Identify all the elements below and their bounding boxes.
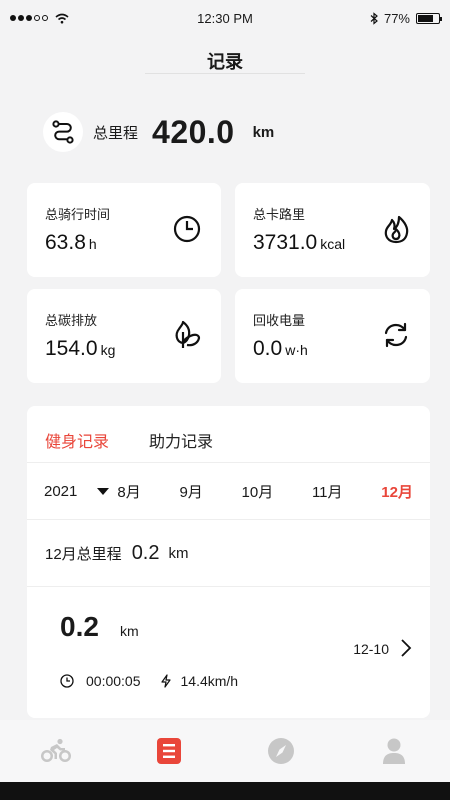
- compass-icon: [268, 738, 295, 764]
- records-panel: 健身记录 助力记录 2021 8月 9月 10月 11月 12月 12月总里程 …: [27, 406, 430, 718]
- year-label[interactable]: 2021: [44, 483, 77, 500]
- stat-unit: w·h: [285, 342, 308, 358]
- stat-value: 0.0: [253, 337, 283, 360]
- month-item-selected[interactable]: 12月: [381, 481, 413, 502]
- home-indicator-bar: [0, 782, 450, 800]
- ride-speed: 14.4km/h: [180, 673, 239, 689]
- ride-date: 12-10: [353, 641, 389, 657]
- stat-label: 总卡路里: [253, 207, 306, 222]
- refresh-icon: [384, 322, 408, 348]
- tab-records[interactable]: [149, 731, 189, 771]
- battery-icon: [416, 12, 442, 24]
- ride-record-item[interactable]: 0.2 km 12-10 00:00:05 14.4km/h: [27, 587, 430, 717]
- tab-profile[interactable]: [374, 731, 414, 771]
- clock-icon: [173, 215, 201, 243]
- month-summary-unit: km: [168, 544, 189, 562]
- clock-icon: [60, 674, 74, 688]
- ride-distance-unit: km: [120, 623, 139, 639]
- ride-distance: 0.2: [60, 611, 99, 642]
- stat-card-ride-time[interactable]: 总骑行时间 63.8 h: [27, 183, 221, 277]
- total-distance-value: 420.0: [152, 113, 235, 150]
- month-item[interactable]: 9月: [179, 481, 202, 502]
- total-distance-label: 总里程: [93, 124, 139, 142]
- status-bar: 12:30 PM 77%: [0, 0, 450, 36]
- total-distance: 总里程 420.0 km: [43, 112, 274, 152]
- year-dropdown-icon[interactable]: [97, 487, 110, 495]
- tab-ride[interactable]: [36, 731, 76, 771]
- stat-label: 总碳排放: [45, 313, 98, 328]
- stat-unit: h: [88, 236, 97, 252]
- stat-unit: kcal: [320, 236, 346, 252]
- bicycle-icon: [41, 738, 72, 762]
- bottom-tab-bar: [0, 720, 450, 782]
- month-item[interactable]: 8月: [117, 481, 140, 502]
- tab-fitness-records[interactable]: 健身记录: [45, 428, 109, 462]
- tab-assist-records[interactable]: 助力记录: [149, 428, 213, 462]
- stat-card-recovered-energy[interactable]: 回收电量 0.0 w·h: [235, 289, 430, 383]
- month-summary: 12月总里程 0.2 km: [27, 520, 430, 587]
- stat-value: 63.8: [45, 231, 86, 254]
- lightning-icon: [160, 674, 171, 688]
- profile-icon: [382, 738, 405, 764]
- ride-duration: 00:00:05: [86, 673, 141, 689]
- total-distance-unit: km: [252, 123, 275, 141]
- month-summary-value: 0.2: [131, 541, 160, 564]
- leaf-icon: [175, 320, 201, 348]
- chevron-right-icon[interactable]: [400, 638, 412, 658]
- stat-unit: kg: [100, 342, 116, 358]
- stat-label: 回收电量: [253, 313, 306, 328]
- month-selector: 2021 8月 9月 10月 11月 12月: [27, 462, 430, 520]
- month-item[interactable]: 10月: [242, 481, 274, 502]
- records-icon: [156, 738, 181, 764]
- stat-card-calories[interactable]: 总卡路里 3731.0 kcal: [235, 183, 430, 277]
- page-title: 记录: [207, 52, 243, 72]
- stat-label: 总骑行时间: [45, 207, 111, 222]
- nav-divider: [145, 73, 305, 74]
- month-item[interactable]: 11月: [312, 481, 343, 502]
- month-summary-label: 12月总里程: [45, 545, 122, 563]
- record-tabs: 健身记录 助力记录: [27, 406, 430, 462]
- tab-discover[interactable]: [261, 731, 301, 771]
- nav-bar: 记录: [0, 36, 450, 86]
- stat-value: 3731.0: [253, 231, 318, 254]
- stat-value: 154.0: [45, 337, 98, 360]
- stat-card-carbon[interactable]: 总碳排放 154.0 kg: [27, 289, 221, 383]
- route-icon: [43, 112, 83, 152]
- status-time: 12:30 PM: [197, 10, 253, 26]
- month-list: 8月 9月 10月 11月 12月: [117, 481, 413, 502]
- flame-icon: [384, 215, 409, 244]
